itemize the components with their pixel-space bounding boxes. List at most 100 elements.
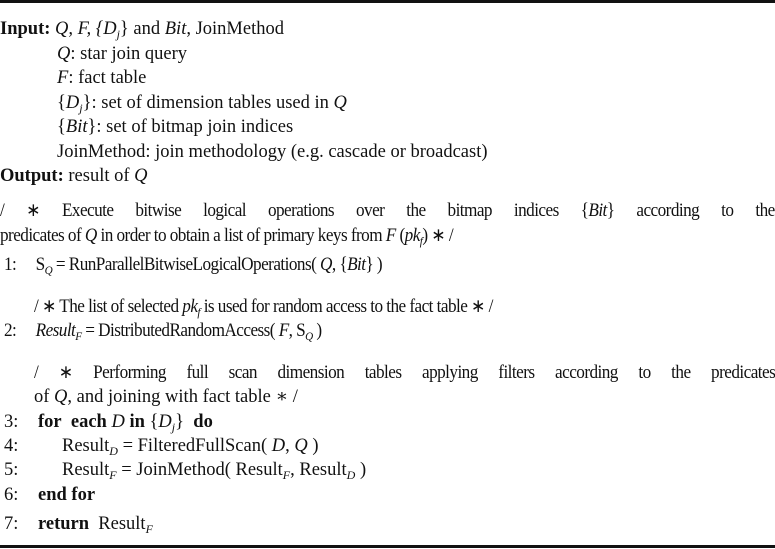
text: / ∗ Execute bitwise logical operations o… [0,201,589,221]
lhs: Result [62,460,110,480]
line-number: 2: [4,321,17,341]
keyword-return: return [38,514,90,534]
line-number: 3: [4,412,19,432]
text: ) [307,436,319,456]
keyword-each: each [70,412,107,432]
output-text: result of [68,166,135,186]
brace: { [57,93,66,113]
q: Q [54,387,68,407]
comment-1-line-1: / ∗ Execute bitwise logical operations o… [0,200,775,222]
sub: F [282,468,291,482]
sym: F [57,68,69,88]
step-4: 4: ResultD = FilteredFullScan( D, Q ) [4,435,319,457]
text: ) [312,321,322,341]
text: = RunParallelBitwiseLogicalOperations( [52,255,321,275]
step-5: 5: ResultF = JoinMethod( ResultF, ResultD… [4,459,366,481]
text: / ∗ Performing full scan dimension table… [34,363,775,383]
input-desc-f: F: fact table [57,67,146,89]
input-desc-bit: {Bit}: set of bitmap join indices [57,116,293,138]
keyword-for: for [38,412,62,432]
q: Q [333,93,347,113]
sub: Q [305,329,313,343]
keyword-do: do [193,412,213,432]
input-desc-dj: {Dj}: set of dimension tables used in Q [57,92,347,114]
text: = JoinMethod( Result [116,460,283,480]
q: Q [84,226,97,246]
step-2: 2: ResultF = DistributedRandomAccess( F, … [4,320,322,342]
input-vars: Q, F, {D [55,19,117,39]
top-rule [0,0,775,3]
text: is used for random access to the fact ta… [199,297,494,317]
desc: : set of dimension tables used in [91,93,334,113]
lhs: Result [62,436,110,456]
line-number: 5: [4,460,19,480]
text: } ) [365,255,383,275]
text: ) ∗ / [422,226,454,246]
step-6: 6: end for [4,484,95,506]
input-desc-q: Q: star join query [57,43,187,65]
brace: { [144,412,159,432]
desc: : set of bitmap join indices [96,117,294,137]
arg: Bit [347,255,366,275]
text: = DistributedRandomAccess( [81,321,279,341]
text: predicates of [0,226,85,246]
sym: D [65,93,80,113]
pk: pk [404,226,421,246]
text: ) [355,460,367,480]
sub: F [145,522,153,536]
text: / ∗ The list of selected [34,297,183,317]
step-1: 1: SQ = RunParallelBitwiseLogicalOperatio… [4,254,383,277]
arg: F [278,321,289,341]
output-label: Output: [0,166,64,186]
line-number: 6: [4,485,19,505]
sub: F [109,468,117,482]
sub: D [346,468,356,482]
text: of [34,387,55,407]
step-3: 3: for each D in {Dj} do [4,411,213,433]
text: } according to the [606,201,775,221]
input-and: } and [119,19,165,39]
comment-2: / ∗ The list of selected pkf is used for… [34,296,493,318]
comment-3-line-2: of Q, and joining with fact table ∗ / [34,386,298,408]
lhs: S [35,255,46,275]
text: , S [288,321,306,341]
brace: } [82,93,92,113]
text: = FilteredFullScan( [117,436,272,456]
input-desc-joinmethod: JoinMethod: join methodology (e.g. casca… [57,141,488,163]
brace: } [175,412,185,432]
line-number: 1: [4,255,17,275]
sub: D [109,444,118,458]
bottom-rule [0,545,775,548]
f: F [385,226,396,246]
text: , { [331,255,348,275]
comment-3-line-1: / ∗ Performing full scan dimension table… [34,362,775,384]
keyword-end-for: end for [38,485,96,505]
arg: Q [294,436,308,456]
arg: D [271,436,286,456]
sym: Bit [65,117,88,137]
input-line: Input: Q, F, {Dj} and Bit, JoinMethod [0,18,284,40]
comment-1-line-2: predicates of Q in order to obtain a lis… [0,225,454,247]
desc: : join methodology (e.g. cascade or broa… [145,142,488,162]
value: Result [98,514,146,534]
lhs: Result [35,321,76,341]
bit: Bit [588,201,607,221]
text: in order to obtain a list of primary key… [96,226,386,246]
keyword-in: in [129,412,145,432]
text: , Result [290,460,347,480]
set: D [158,412,172,432]
input-bit: Bit [164,19,187,39]
line-number: 4: [4,436,19,456]
text: , [285,436,295,456]
desc: : star join query [70,44,188,64]
sub: Q [44,263,53,277]
output-q: Q [134,166,148,186]
input-label: Input: [0,19,51,39]
desc: : fact table [68,68,147,88]
step-7: 7: return ResultF [4,513,153,535]
sym: Q [57,44,71,64]
output-line: Output: result of Q [0,165,148,187]
text: ( [395,226,405,246]
arg: Q [320,255,332,275]
brace: { [57,117,66,137]
